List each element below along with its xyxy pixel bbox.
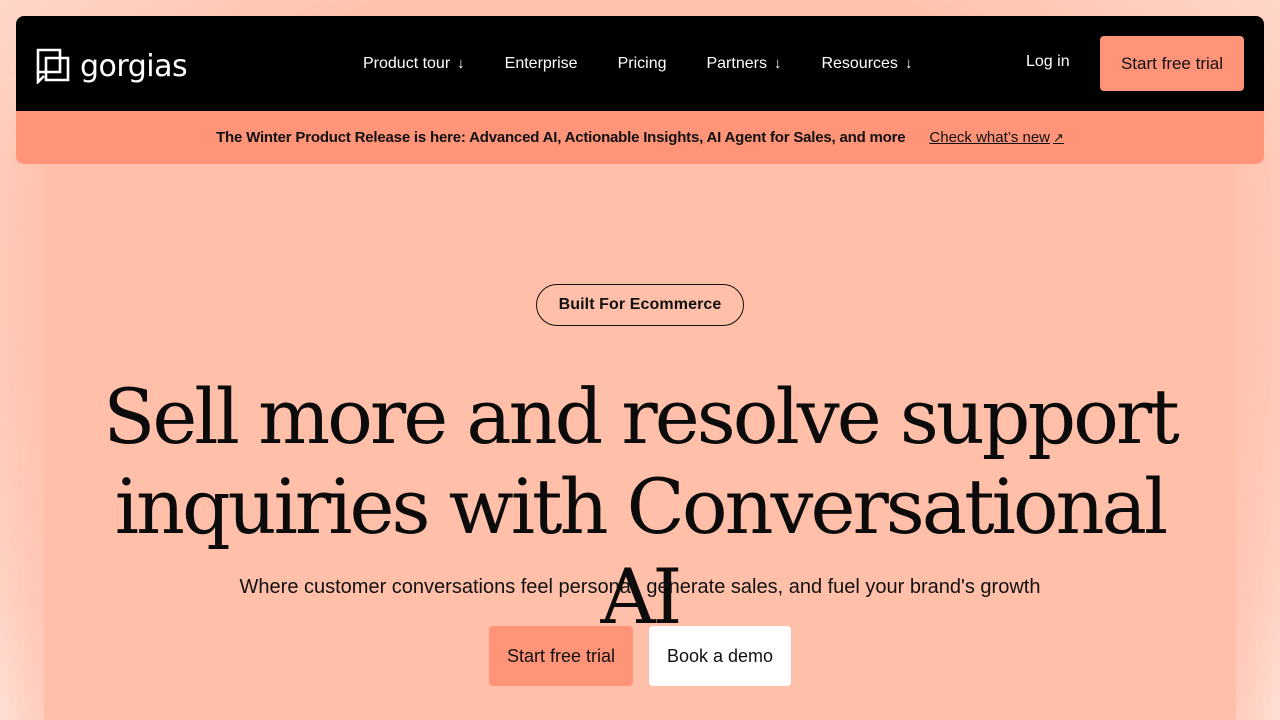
nav-item-label: Resources	[821, 54, 898, 72]
nav-item-pricing[interactable]: Pricing	[618, 55, 667, 73]
banner-link-label: Check what’s new	[929, 129, 1051, 146]
banner-text: The Winter Product Release is here: Adva…	[216, 129, 906, 146]
nav-item-enterprise[interactable]: Enterprise	[505, 55, 578, 73]
gorgias-logo-icon	[36, 48, 70, 86]
nav-item-label: Partners	[706, 54, 767, 72]
gorgias-logo[interactable]: gorgias	[36, 48, 188, 86]
nav-item-label: Product tour	[363, 54, 451, 72]
hero-cta-group: Start free trial Book a demo	[489, 626, 791, 686]
nav-item-label: Enterprise	[504, 54, 578, 72]
category-pill: Built For Ecommerce	[536, 284, 744, 326]
site-header: gorgias Product tour ↓ Enterprise Pricin…	[16, 16, 1264, 164]
hero-start-free-trial-button[interactable]: Start free trial	[489, 626, 633, 686]
start-free-trial-button[interactable]: Start free trial	[1100, 36, 1244, 91]
nav-item-product-tour[interactable]: Product tour ↓	[363, 55, 465, 73]
top-navbar: gorgias Product tour ↓ Enterprise Pricin…	[16, 16, 1264, 111]
arrow-down-icon: ↓	[904, 55, 913, 72]
main-nav: Product tour ↓ Enterprise Pricing Partne…	[363, 16, 912, 111]
book-demo-button[interactable]: Book a demo	[649, 626, 791, 686]
external-arrow-icon: ↗	[1053, 129, 1064, 145]
headline-line-2: inquiries with Conversational AI	[114, 462, 1169, 641]
login-link[interactable]: Log in	[1026, 53, 1070, 71]
headline-line-1: Sell more and resolve support	[103, 372, 1179, 461]
nav-item-label: Pricing	[617, 54, 667, 72]
arrow-down-icon: ↓	[457, 55, 465, 72]
nav-item-partners[interactable]: Partners ↓	[706, 55, 781, 73]
hero-subheadline: Where customer conversations feel person…	[239, 576, 1041, 598]
arrow-down-icon: ↓	[773, 55, 782, 72]
hero-headline: Sell more and resolve support inquiries …	[80, 372, 1200, 642]
nav-item-resources[interactable]: Resources ↓	[821, 55, 912, 73]
announcement-banner: The Winter Product Release is here: Adva…	[16, 111, 1264, 164]
check-whats-new-link[interactable]: Check what’s new ↗	[929, 129, 1064, 146]
logo-wordmark: gorgias	[80, 48, 188, 84]
